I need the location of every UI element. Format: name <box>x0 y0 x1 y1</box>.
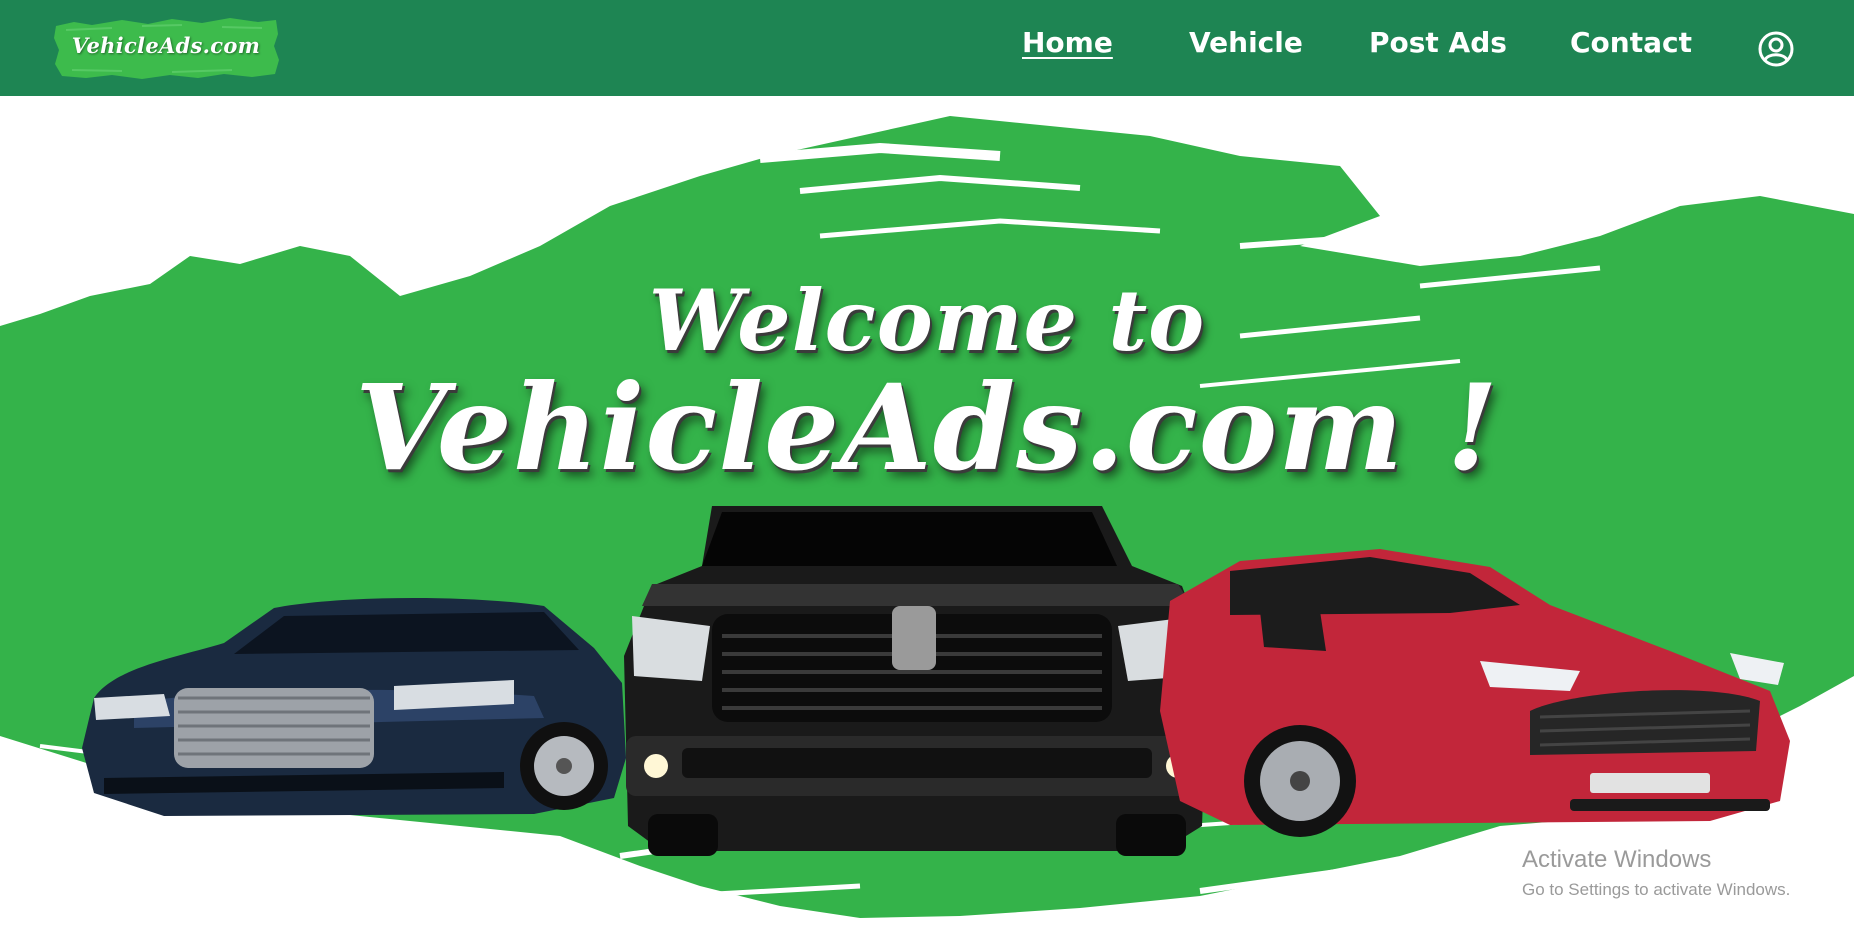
logo-text: VehicleAds.com <box>71 33 261 58</box>
watermark-subtitle: Go to Settings to activate Windows. <box>1522 880 1791 899</box>
hero-brand-heading: VehicleAds.com ! <box>354 358 1500 497</box>
nav-post-ads-link[interactable]: Post Ads <box>1369 26 1507 66</box>
watermark-title: Activate Windows <box>1522 846 1712 873</box>
nav-contact-link[interactable]: Contact <box>1570 26 1692 66</box>
nav-vehicle-link[interactable]: Vehicle <box>1189 26 1303 66</box>
hero-banner: Welcome to VehicleAds.com ! Activate Win… <box>0 96 1854 939</box>
blue-sedan-image <box>82 597 626 816</box>
windows-activation-watermark: Activate Windows Go to Settings to activ… <box>1522 846 1790 900</box>
site-logo[interactable]: VehicleAds.com <box>52 16 280 80</box>
black-pickup-truck-image <box>624 506 1208 856</box>
red-suv-image <box>1160 549 1790 837</box>
nav-home-link[interactable]: Home <box>1022 26 1113 66</box>
hero-welcome-heading: Welcome to <box>648 271 1206 370</box>
navbar: VehicleAds.com Home Vehicle Post Ads Con… <box>0 0 1854 96</box>
user-circle-icon[interactable] <box>1757 30 1795 68</box>
